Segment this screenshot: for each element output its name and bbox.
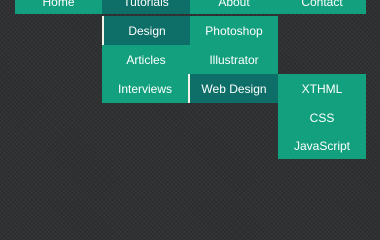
menu-item-articles[interactable]: Articles [102,45,190,74]
nav-item-tutorials[interactable]: Tutorials [102,0,190,14]
menu-item-photoshop[interactable]: Photoshop [190,16,278,45]
nav-item-contact[interactable]: Contact [278,0,366,14]
nav-item-about[interactable]: About [190,0,278,14]
menu-item-xthml[interactable]: XTHML [278,74,366,103]
menu-item-css[interactable]: CSS [278,103,366,132]
menu-item-web-design[interactable]: Web Design [190,74,278,103]
menu-item-illustrator[interactable]: Illustrator [190,45,278,74]
menu-item-design[interactable]: Design [102,16,190,45]
menu-item-interviews[interactable]: Interviews [102,74,190,103]
nav-item-home[interactable]: Home [15,0,102,14]
menu-item-javascript[interactable]: JavaScript [278,132,366,159]
